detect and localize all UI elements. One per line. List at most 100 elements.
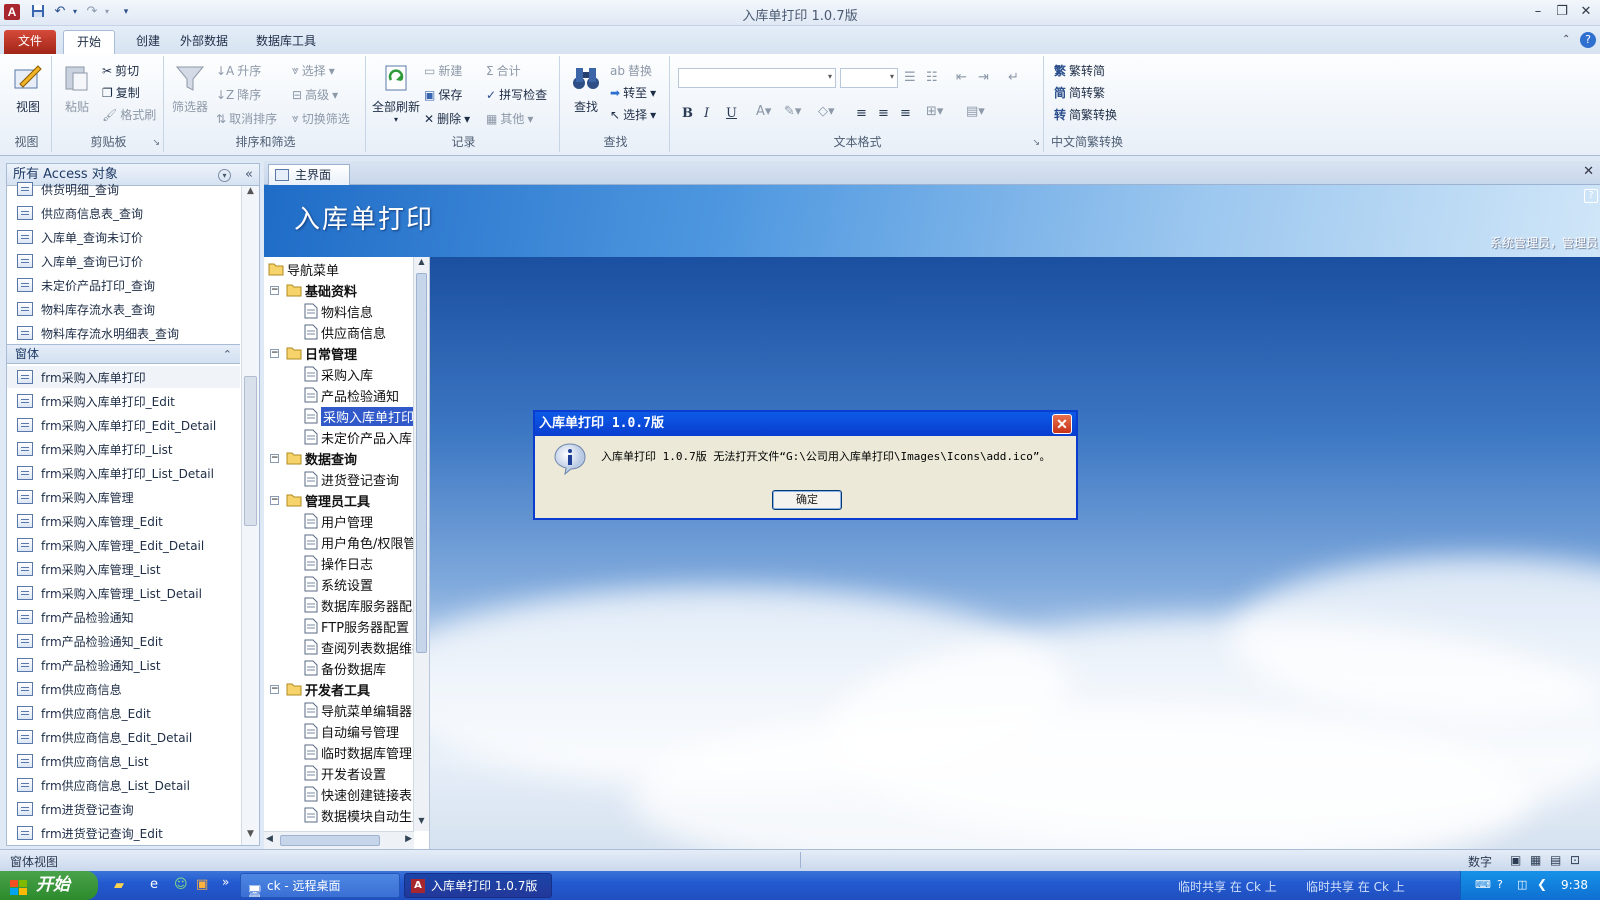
tree-item[interactable]: 操作日志 bbox=[304, 553, 373, 573]
quicklaunch-ie-icon[interactable]: e bbox=[150, 877, 158, 892]
find-button[interactable]: 查找 bbox=[566, 62, 606, 115]
scroll-left-icon[interactable]: ◀ bbox=[266, 834, 273, 844]
alternate-row-icon[interactable]: ▤▾ bbox=[966, 104, 985, 119]
sort-desc-button[interactable]: ↓Z 降序 bbox=[216, 86, 261, 103]
dialog-close-button[interactable]: ✕ bbox=[1052, 414, 1072, 434]
network-icon[interactable]: ◫ bbox=[1517, 878, 1527, 891]
tree-item[interactable]: 自动编号管理 bbox=[304, 721, 399, 741]
tree-item[interactable]: 采购入库单打印 bbox=[304, 406, 417, 426]
spelling-button[interactable]: ✓ 拼写检查 bbox=[486, 86, 547, 103]
tree-item[interactable]: 导航菜单编辑器 bbox=[304, 700, 412, 720]
collapse-section-icon[interactable]: ⌃ bbox=[223, 345, 232, 364]
ok-button[interactable]: 确定 bbox=[772, 490, 842, 510]
clipboard-launcher-icon[interactable]: ↘ bbox=[152, 138, 160, 148]
font-color-icon[interactable]: A▾ bbox=[756, 104, 771, 119]
tree-item[interactable]: 采购入库 bbox=[304, 364, 373, 384]
tree-item[interactable]: 用户角色/权限管理 bbox=[304, 532, 429, 552]
nav-form-item[interactable]: frm进货登记查询_Edit bbox=[17, 822, 163, 844]
scroll-thumb[interactable] bbox=[244, 376, 257, 526]
nav-form-item[interactable]: frm采购入库管理_Edit_Detail bbox=[17, 534, 204, 556]
tree-item[interactable]: 用户管理 bbox=[304, 511, 373, 531]
trad-to-simp-button[interactable]: 繁繁转简 bbox=[1054, 62, 1105, 79]
tree-item[interactable]: 备份数据库 bbox=[304, 658, 386, 678]
quicklaunch-folder-icon[interactable]: ▰ bbox=[114, 878, 124, 893]
align-right-icon[interactable]: ≡ bbox=[900, 106, 911, 121]
collapse-node-icon[interactable]: − bbox=[270, 453, 279, 463]
advanced-filter-button[interactable]: ⊟ 高级 ▾ bbox=[292, 86, 338, 103]
align-left-icon[interactable]: ≡ bbox=[856, 106, 867, 121]
design-view-icon[interactable]: ⊡ bbox=[1570, 853, 1580, 867]
nav-form-item[interactable]: frm采购入库单打印_List bbox=[17, 438, 173, 460]
nav-query-item[interactable]: 未定价产品打印_查询 bbox=[17, 274, 155, 296]
tree-item[interactable]: FTP服务器配置 bbox=[304, 616, 409, 636]
refresh-all-button[interactable]: 全部刷新 ▾ bbox=[372, 62, 420, 124]
nav-scrollbar[interactable]: ▲ ▼ bbox=[241, 186, 259, 845]
clear-sort-button[interactable]: ⇅ 取消排序 bbox=[216, 110, 277, 127]
quicklaunch-messenger-icon[interactable]: ☺ bbox=[174, 877, 188, 892]
collapse-node-icon[interactable]: − bbox=[270, 285, 279, 295]
datasheet-view-icon[interactable]: ▦ bbox=[1530, 853, 1541, 867]
nav-form-item[interactable]: frm采购入库管理_Edit bbox=[17, 510, 163, 532]
tab-external-data[interactable]: 外部数据 bbox=[168, 30, 240, 54]
tree-group[interactable]: − 基础资料 bbox=[270, 280, 357, 300]
format-painter-button[interactable]: 🖌 格式刷 bbox=[102, 106, 156, 123]
delete-record-button[interactable]: ✕ 删除 ▾ bbox=[424, 110, 470, 127]
nav-query-item[interactable]: 入库单_查询已订价 bbox=[17, 250, 143, 272]
quicklaunch-expand-icon[interactable]: » bbox=[222, 875, 229, 889]
view-button[interactable]: 视图 bbox=[8, 62, 48, 115]
collapse-node-icon[interactable]: − bbox=[270, 348, 279, 358]
bullets-icon[interactable]: ☰ bbox=[904, 70, 916, 85]
scroll-up-icon[interactable]: ▲ bbox=[414, 257, 429, 272]
tree-hscroll-thumb[interactable] bbox=[280, 835, 380, 846]
copy-button[interactable]: ❐ 复制 bbox=[102, 84, 140, 101]
align-center-icon[interactable]: ≡ bbox=[878, 106, 889, 121]
task-remote-desktop[interactable]: 🖥 ck - 远程桌面 bbox=[240, 873, 400, 898]
nav-form-item[interactable]: frm供应商信息 bbox=[17, 678, 122, 700]
increase-indent-icon[interactable]: ⇥ bbox=[978, 70, 989, 85]
selection-filter-button[interactable]: ⩔ 选择 ▾ bbox=[292, 62, 335, 79]
nav-query-item[interactable]: 供应商信息表_查询 bbox=[17, 202, 143, 224]
nav-form-item[interactable]: frm采购入库管理_List bbox=[17, 558, 161, 580]
replace-button[interactable]: ab 替换 bbox=[610, 62, 652, 79]
simp-to-trad-button[interactable]: 简简转繁 bbox=[1054, 84, 1105, 101]
close-tab-icon[interactable]: ✕ bbox=[1583, 164, 1594, 179]
help-tray-icon[interactable]: ? bbox=[1497, 878, 1503, 891]
form-view-icon[interactable]: ▣ bbox=[1510, 853, 1521, 867]
more-button[interactable]: ▦ 其他 ▾ bbox=[486, 110, 533, 127]
nav-query-item[interactable]: 物料库存流水明细表_查询 bbox=[17, 322, 179, 344]
scroll-down-icon[interactable]: ▼ bbox=[414, 816, 429, 831]
nav-form-item[interactable]: frm采购入库管理_List_Detail bbox=[17, 582, 202, 604]
help-icon[interactable]: ? bbox=[1580, 32, 1596, 48]
tree-group[interactable]: − 管理员工具 bbox=[270, 490, 370, 510]
nav-form-item[interactable]: frm供应商信息_List_Detail bbox=[17, 774, 190, 796]
tree-item[interactable]: 数据模块自动生成 bbox=[304, 805, 425, 825]
tab-home[interactable]: 开始 bbox=[63, 30, 115, 54]
tree-item[interactable]: 未定价产品入库 bbox=[304, 427, 412, 447]
simp-trad-convert-button[interactable]: 转简繁转换 bbox=[1054, 106, 1117, 123]
collapse-node-icon[interactable]: − bbox=[270, 495, 279, 505]
paste-button[interactable]: 粘贴 bbox=[58, 62, 96, 115]
scroll-up-icon[interactable]: ▲ bbox=[242, 186, 259, 202]
toggle-filter-button[interactable]: ⩔ 切换筛选 bbox=[292, 110, 350, 127]
tree-vertical-scrollbar[interactable]: ▲ ▼ bbox=[413, 257, 429, 831]
nav-query-item[interactable]: 物料库存流水表_查询 bbox=[17, 298, 155, 320]
nav-form-item[interactable]: frm采购入库单打印_Edit_Detail bbox=[17, 414, 216, 436]
minimize-button[interactable]: – bbox=[1528, 3, 1548, 21]
sort-asc-button[interactable]: ↓A 升序 bbox=[216, 62, 261, 79]
italic-button[interactable]: I bbox=[704, 106, 709, 121]
tree-item[interactable]: 进货登记查询 bbox=[304, 469, 399, 489]
tree-item[interactable]: 快速创建链接表 bbox=[304, 784, 412, 804]
tab-database-tools[interactable]: 数据库工具 bbox=[244, 30, 328, 54]
tray-collapse-icon[interactable]: ❮ bbox=[1537, 877, 1547, 891]
tree-item[interactable]: 开发者设置 bbox=[304, 763, 386, 783]
task-access-app[interactable]: A 入库单打印 1.0.7版 bbox=[404, 873, 552, 898]
tree-item[interactable]: 查阅列表数据维护 bbox=[304, 637, 425, 657]
nav-form-item[interactable]: frm供应商信息_Edit bbox=[17, 702, 151, 724]
nav-query-item[interactable]: 入库单_查询未订价 bbox=[17, 226, 143, 248]
tree-item[interactable]: 供应商信息 bbox=[304, 322, 386, 342]
tree-group[interactable]: − 日常管理 bbox=[270, 343, 357, 363]
nav-menu-dropdown-icon[interactable]: ▾ bbox=[218, 169, 231, 182]
underline-button[interactable]: U bbox=[726, 106, 737, 121]
layout-view-icon[interactable]: ▤ bbox=[1550, 853, 1561, 867]
nav-form-item[interactable]: frm采购入库单打印 bbox=[7, 366, 240, 388]
